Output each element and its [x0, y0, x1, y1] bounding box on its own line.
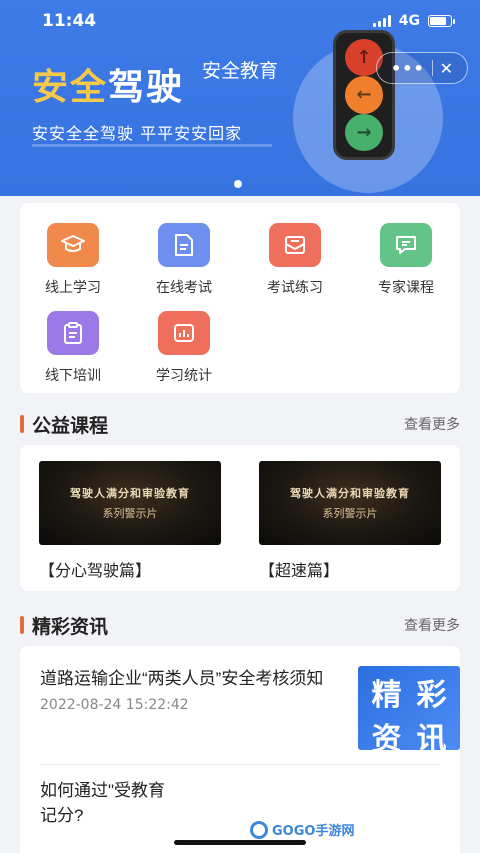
news-section-header: 精彩资讯 查看更多 — [20, 612, 460, 639]
chat-icon — [380, 223, 432, 267]
right-arrow-icon: → — [345, 113, 383, 151]
status-bar: 11:44 4G — [0, 0, 480, 42]
news-item[interactable]: 如何通过"受教育 记分? — [40, 778, 440, 828]
menu-label: 学习统计 — [156, 367, 212, 383]
menu-item-exam-practice[interactable]: 考试练习 — [250, 223, 340, 297]
thumb-char: 资 — [371, 722, 402, 757]
close-icon[interactable]: ✕ — [440, 59, 453, 78]
graduation-cap-icon — [47, 223, 99, 267]
banner-subtitle: 安全教育 — [202, 60, 279, 82]
course-title: 【超速篇】 — [259, 563, 340, 580]
status-indicators: 4G — [372, 13, 455, 29]
network-type: 4G — [398, 13, 420, 29]
banner-title: 安全驾驶 — [32, 58, 184, 110]
menu-label: 考试练习 — [267, 279, 323, 295]
thumb-char: 讯 — [416, 722, 447, 757]
thumbnail-caption: 驾驶人满分和审验教育 — [290, 487, 410, 500]
thumbnail-subcaption: 系列警示片 — [102, 507, 158, 520]
section-accent-bar — [20, 415, 24, 433]
thumbnail-subcaption: 系列警示片 — [322, 507, 378, 520]
banner-slogan: 安安全全驾驶 平平安安回家 — [32, 124, 243, 143]
news-see-more-link[interactable]: 查看更多 — [404, 615, 460, 635]
menu-item-offline-training[interactable]: 线下培训 — [28, 311, 118, 385]
watermark-text: GOGO手游网 — [272, 824, 355, 839]
news-card: 道路运输企业“两类人员”安全考核须知 2022-08-24 15:22:42 精… — [20, 646, 460, 853]
section-accent-bar — [20, 616, 24, 634]
menu-label: 在线考试 — [156, 279, 212, 295]
slogan-underline — [32, 144, 272, 147]
courses-title-text: 公益课程 — [32, 414, 109, 437]
thumbnail-caption: 驾驶人满分和审验教育 — [70, 487, 190, 500]
news-thumbnail: 精 彩 资 讯 — [358, 666, 460, 757]
course-item[interactable]: 驾驶人满分和审验教育 系列警示片 【分心驾驶篇】 — [39, 461, 221, 581]
news-title-text: 精彩资讯 — [32, 615, 109, 638]
courses-section-title: 公益课程 — [20, 411, 108, 438]
news-item[interactable]: 道路运输企业“两类人员”安全考核须知 2022-08-24 15:22:42 精… — [40, 666, 460, 757]
menu-item-online-exam[interactable]: 在线考试 — [139, 223, 229, 297]
course-thumbnail: 驾驶人满分和审验教育 系列警示片 — [259, 461, 441, 545]
more-icon[interactable]: ••• — [391, 59, 425, 78]
site-watermark: GOGO手游网 — [250, 820, 354, 839]
chart-icon — [158, 311, 210, 355]
status-time: 11:44 — [42, 11, 97, 31]
menu-item-study-stats[interactable]: 学习统计 — [139, 311, 229, 385]
banner-title-part1: 安全 — [32, 67, 109, 108]
signal-icon — [372, 15, 391, 27]
battery-icon — [428, 15, 455, 27]
menu-label: 线上学习 — [45, 279, 101, 295]
news-section-title: 精彩资讯 — [20, 612, 108, 639]
courses-see-more-link[interactable]: 查看更多 — [404, 414, 460, 434]
carousel-indicator — [234, 180, 242, 188]
course-thumbnail: 驾驶人满分和审验教育 系列警示片 — [39, 461, 221, 545]
courses-section-header: 公益课程 查看更多 — [20, 411, 460, 438]
thumb-char: 彩 — [416, 678, 447, 713]
watermark-logo-icon — [250, 820, 268, 839]
courses-card: 驾驶人满分和审验教育 系列警示片 【分心驾驶篇】 驾驶人满分和审验教育 系列警示… — [20, 445, 460, 591]
clipboard-icon — [47, 311, 99, 355]
capsule-divider — [431, 60, 433, 76]
course-item[interactable]: 驾驶人满分和审验教育 系列警示片 【超速篇】 — [259, 461, 441, 581]
news-divider — [40, 764, 440, 765]
news-title: 道路运输企业“两类人员”安全考核须知 — [40, 669, 324, 688]
menu-item-expert-course[interactable]: 专家课程 — [361, 223, 451, 297]
envelope-icon — [269, 223, 321, 267]
home-indicator[interactable] — [174, 840, 306, 845]
thumb-char: 精 — [371, 678, 402, 713]
document-icon — [158, 223, 210, 267]
banner-title-part2: 驾驶 — [108, 67, 185, 108]
feature-menu: 线上学习 在线考试 考试练习 专家课程 线下培训 学习统计 — [20, 203, 460, 393]
left-arrow-icon: ← — [345, 76, 383, 114]
menu-label: 专家课程 — [378, 279, 434, 295]
traffic-light-illustration: ↑ ← → — [333, 30, 395, 160]
menu-label: 线下培训 — [45, 367, 101, 383]
menu-item-online-learning[interactable]: 线上学习 — [28, 223, 118, 297]
course-title: 【分心驾驶篇】 — [39, 563, 152, 580]
miniprogram-capsule: ••• ✕ — [376, 52, 468, 84]
